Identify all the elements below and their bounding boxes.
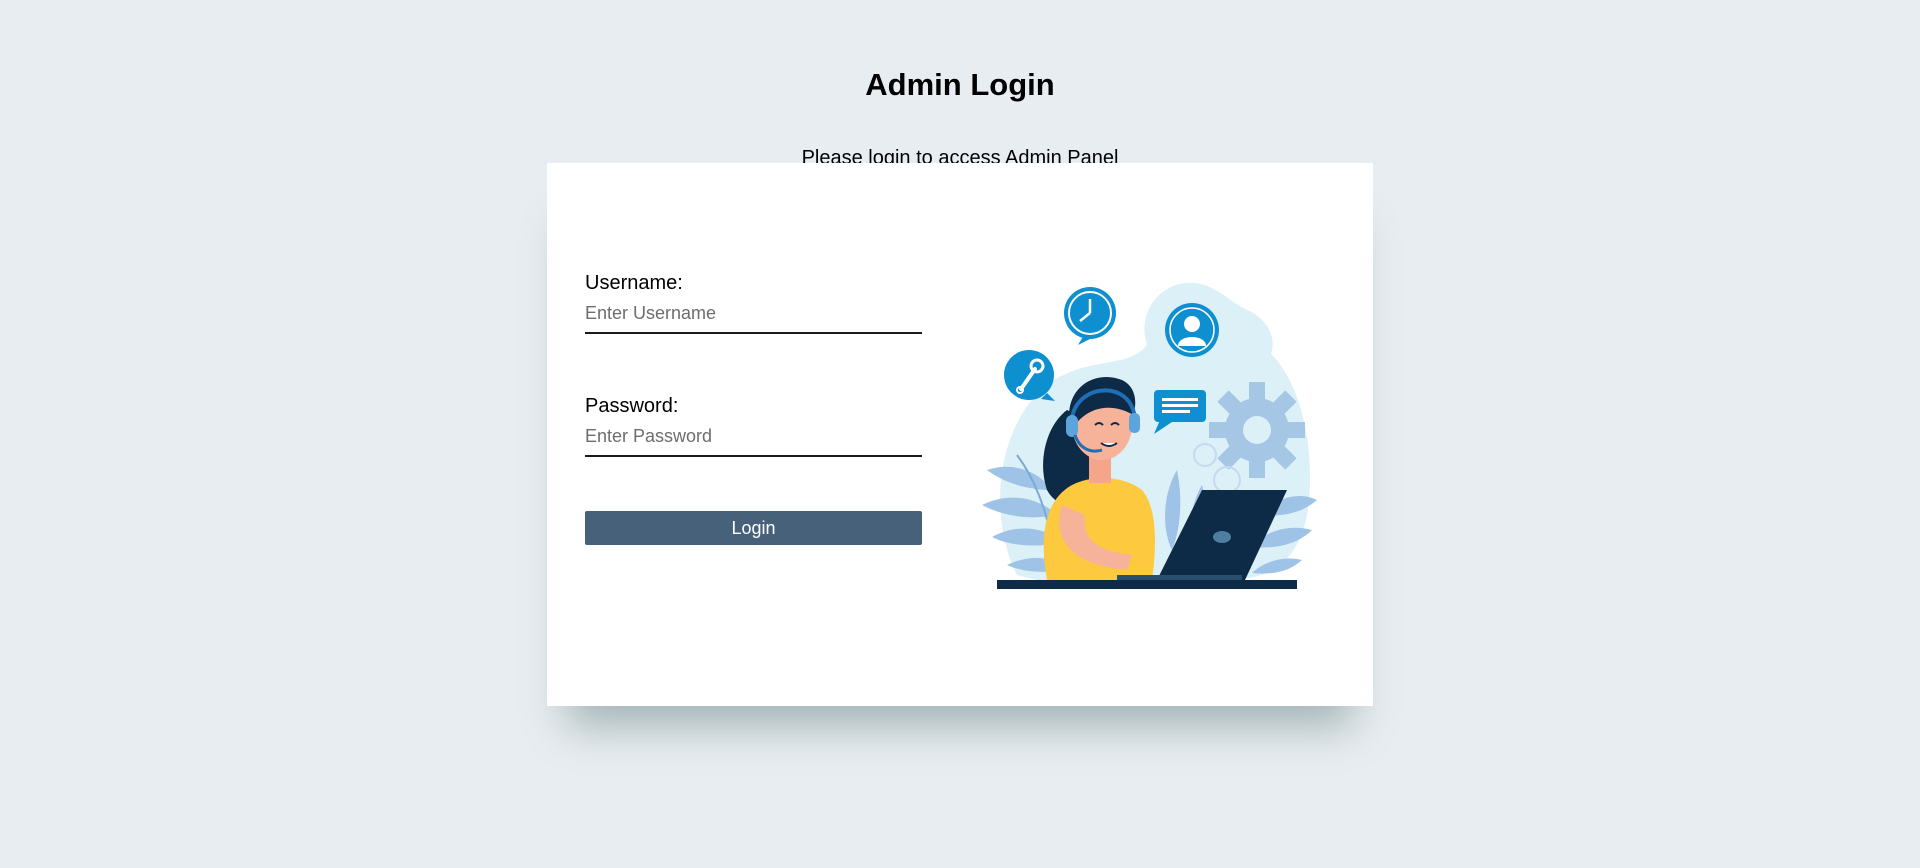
password-label: Password:	[585, 395, 679, 417]
login-form: Username: Password: Login	[585, 271, 922, 545]
password-field-group: Password:	[585, 394, 922, 457]
clock-icon	[1064, 287, 1116, 345]
username-label: Username:	[585, 272, 683, 294]
support-agent-illustration	[982, 282, 1317, 589]
login-page: Admin Login Please login to access Admin…	[0, 0, 1920, 868]
login-card: Username: Password: Login	[547, 163, 1373, 706]
password-input[interactable]	[585, 422, 922, 457]
user-icon	[1165, 303, 1219, 357]
username-input[interactable]	[585, 299, 922, 334]
page-title: Admin Login	[865, 67, 1055, 102]
login-button[interactable]: Login	[585, 511, 922, 545]
username-field-group: Username:	[585, 271, 922, 334]
wrench-icon	[1004, 350, 1055, 401]
gear-icon	[1209, 382, 1305, 478]
desk	[997, 580, 1297, 589]
